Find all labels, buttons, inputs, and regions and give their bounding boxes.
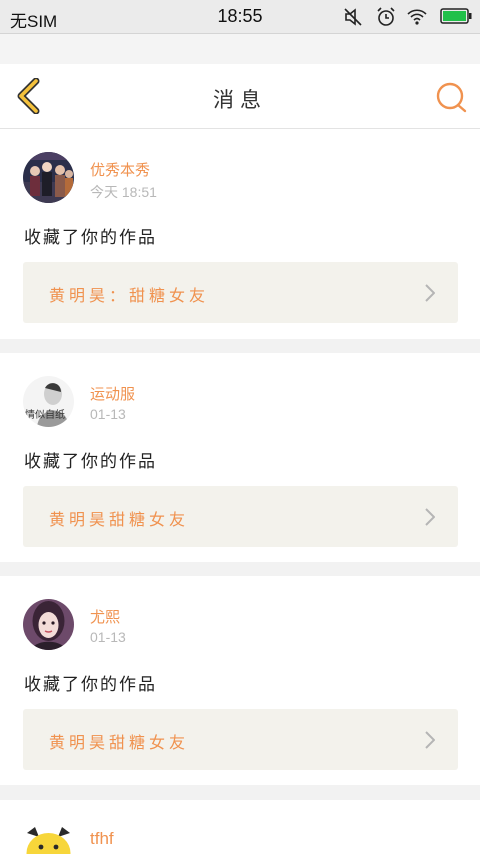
work-link[interactable]: 黄明昊：甜糖女友 — [23, 262, 458, 323]
mute-icon — [342, 6, 364, 33]
message-card: 尤熙 01-13 收藏了你的作品 黄明昊甜糖女友 — [0, 576, 480, 785]
chevron-right-icon — [425, 731, 436, 749]
work-link[interactable]: 黄明昊甜糖女友 — [23, 486, 458, 547]
work-link[interactable]: 黄明昊甜糖女友 — [23, 709, 458, 770]
top-gap — [0, 34, 480, 64]
message-card: 优秀本秀 今天 18:51 收藏了你的作品 黄明昊：甜糖女友 — [0, 129, 480, 339]
avatar[interactable] — [23, 152, 74, 203]
status-bar: 无SIM 18:55 — [0, 0, 480, 34]
avatar[interactable] — [23, 825, 74, 854]
wifi-icon — [406, 6, 428, 33]
nav-bar: 消息 — [0, 64, 480, 129]
username[interactable]: 运动服 — [90, 383, 135, 404]
page-title: 消息 — [213, 88, 267, 112]
message-time: 01-13 — [90, 629, 126, 645]
work-title: 黄明昊甜糖女友 — [49, 510, 190, 529]
action-text: 收藏了你的作品 — [24, 228, 157, 248]
battery-icon — [440, 8, 472, 29]
username[interactable]: 尤熙 — [90, 606, 120, 627]
avatar[interactable]: 情似自纸 — [23, 376, 74, 427]
action-text: 收藏了你的作品 — [24, 452, 157, 472]
username[interactable]: tfhf — [90, 829, 114, 849]
action-text: 收藏了你的作品 — [24, 675, 157, 695]
message-card: 情似自纸 运动服 01-13 收藏了你的作品 黄明昊甜糖女友 — [0, 353, 480, 562]
search-icon[interactable] — [434, 80, 468, 114]
avatar-caption: 情似自纸 — [25, 410, 65, 421]
chevron-right-icon — [425, 284, 436, 302]
username[interactable]: 优秀本秀 — [90, 159, 150, 180]
alarm-icon — [375, 6, 397, 33]
message-time: 今天 18:51 — [90, 184, 157, 200]
avatar[interactable] — [23, 599, 74, 650]
message-card: tfhf — [0, 800, 480, 854]
work-title: 黄明昊：甜糖女友 — [49, 286, 210, 305]
message-time: 01-13 — [90, 406, 126, 422]
chevron-right-icon — [425, 508, 436, 526]
work-title: 黄明昊甜糖女友 — [49, 733, 190, 752]
